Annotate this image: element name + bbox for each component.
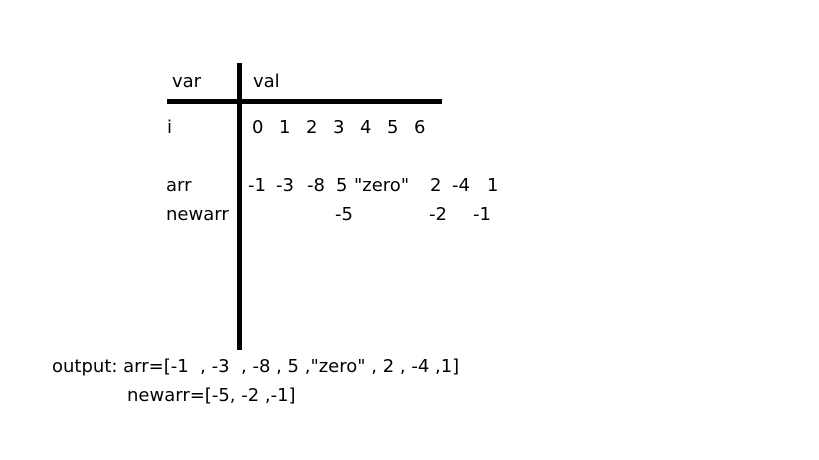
arr-value: 5 (336, 175, 348, 196)
val-header: val (253, 71, 280, 92)
i-value: 1 (279, 117, 291, 138)
arr-value: 1 (487, 175, 499, 196)
newarr-value: -1 (473, 204, 491, 225)
arr-value: -3 (276, 175, 294, 196)
i-value: 5 (387, 117, 399, 138)
i-row-label: i (167, 117, 173, 138)
newarr-value: -2 (429, 204, 447, 225)
arr-value: -4 (452, 175, 470, 196)
arr-row-label: arr (166, 175, 192, 196)
output-arr-line: output: arr=[-1 , -3 , -8 , 5 ,"zero" , … (52, 356, 460, 377)
column-divider-line (237, 63, 242, 350)
i-value: 2 (306, 117, 318, 138)
var-header: var (172, 71, 202, 92)
arr-value: -1 (248, 175, 266, 196)
arr-value: 2 (430, 175, 442, 196)
arr-value: "zero" (354, 175, 410, 196)
newarr-value: -5 (335, 204, 353, 225)
i-value: 4 (360, 117, 372, 138)
i-value: 6 (414, 117, 426, 138)
i-value: 3 (333, 117, 345, 138)
header-divider-line (167, 99, 442, 104)
diagram-canvas: var val i 0 1 2 3 4 5 6 arr -1 -3 -8 5 "… (0, 0, 819, 460)
output-newarr-line: newarr=[-5, -2 ,-1] (127, 385, 296, 406)
i-value: 0 (252, 117, 264, 138)
arr-value: -8 (307, 175, 325, 196)
newarr-row-label: newarr (166, 204, 229, 225)
